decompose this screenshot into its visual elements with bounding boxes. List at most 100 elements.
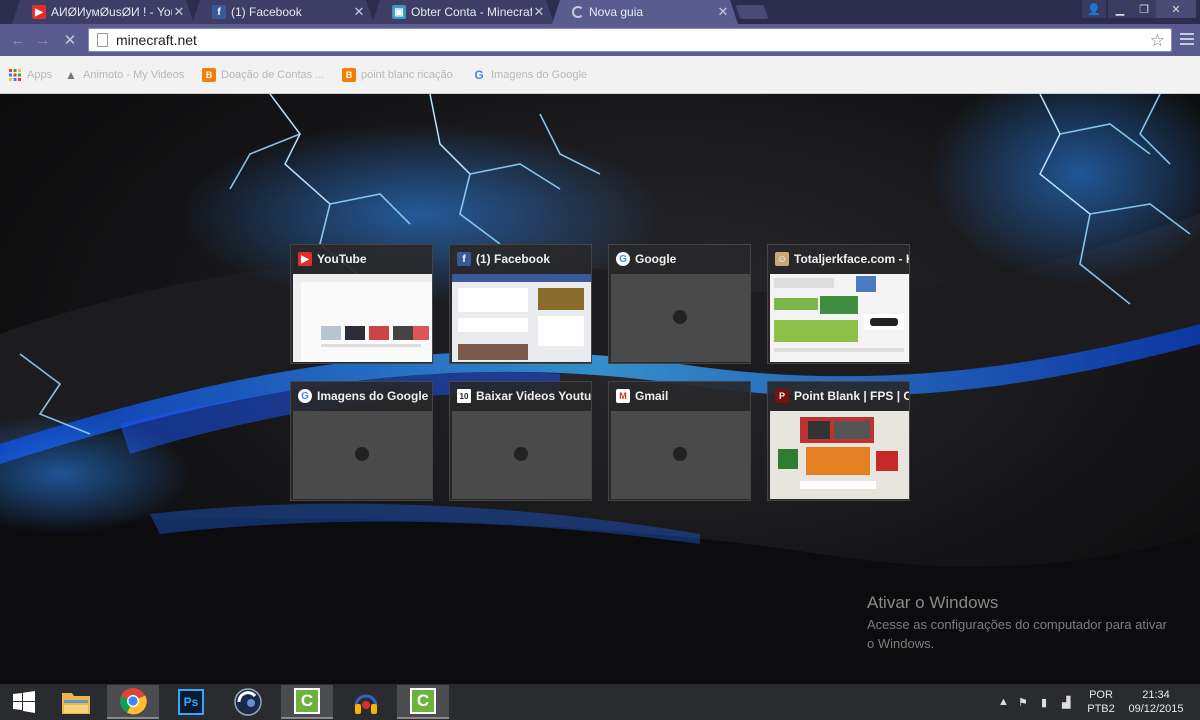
- new-tab-button[interactable]: [735, 5, 769, 19]
- tab-strip: ▶ АИØИумØusØИ ! - YouTube ✕ f (1) Facebo…: [0, 0, 1200, 24]
- bookmark-label: Apps: [27, 69, 53, 81]
- file-explorer-button[interactable]: [50, 685, 102, 719]
- google-icon: G: [616, 252, 630, 266]
- most-visited-tile-youtube[interactable]: ▶ YouTube: [290, 244, 433, 364]
- restore-button[interactable]: ❐: [1132, 0, 1156, 18]
- chrome-taskbar-button[interactable]: [107, 685, 159, 719]
- start-button[interactable]: [0, 685, 48, 719]
- tab-facebook[interactable]: f (1) Facebook ✕: [192, 0, 374, 24]
- tile-thumbnail-placeholder: [293, 411, 432, 499]
- google-icon: G: [298, 389, 312, 403]
- tile-thumbnail: [770, 274, 909, 362]
- blogger-icon: B: [342, 68, 356, 82]
- most-visited-tile-google[interactable]: G Google: [608, 244, 751, 364]
- camtasia-icon: C: [410, 688, 436, 714]
- action-center-flag-icon[interactable]: ⚑: [1018, 696, 1028, 709]
- camtasia-recorder-taskbar-button[interactable]: C: [397, 685, 449, 719]
- clock-time: 21:34: [1142, 689, 1170, 701]
- tab-close-icon[interactable]: ✕: [352, 4, 366, 20]
- tile-thumbnail-placeholder: [452, 411, 591, 499]
- tile-title: (1) Facebook: [476, 252, 551, 266]
- totaljerkface-icon: ☺: [775, 252, 789, 266]
- bookmark-label: Animoto - My Videos: [83, 69, 185, 81]
- loading-spinner-icon: [572, 6, 584, 18]
- stop-loading-icon[interactable]: ✕: [60, 30, 80, 50]
- tile-thumbnail: [293, 274, 432, 362]
- lightning-wallpaper-art: [0, 94, 1200, 684]
- bookmark-imagens-google[interactable]: G Imagens do Google: [472, 67, 587, 83]
- most-visited-tile-point-blank[interactable]: P Point Blank | FPS | Or: [767, 381, 910, 501]
- bookmark-point-blanc[interactable]: B point blanc ricação: [342, 67, 453, 83]
- tile-title: Baixar Videos Youtub: [476, 389, 591, 403]
- input-language-indicator[interactable]: POR PTB2: [1086, 688, 1116, 716]
- gift-icon: ▣: [392, 5, 406, 19]
- photoshop-icon: Ps: [178, 689, 204, 715]
- most-visited-tile-baixar-videos[interactable]: 10 Baixar Videos Youtub: [449, 381, 592, 501]
- youtube-icon: ▶: [298, 252, 312, 266]
- most-visited-tile-gmail[interactable]: M Gmail: [608, 381, 751, 501]
- back-arrow-icon[interactable]: ←: [8, 30, 28, 50]
- show-hidden-icons-icon[interactable]: ▲: [998, 696, 1009, 708]
- tab-close-icon[interactable]: ✕: [172, 4, 186, 20]
- tab-title: (1) Facebook: [231, 5, 302, 19]
- chrome-icon: [119, 688, 147, 715]
- tab-youtube[interactable]: ▶ АИØИумØusØИ ! - YouTube ✕: [12, 0, 194, 24]
- forward-arrow-icon[interactable]: →: [33, 30, 53, 50]
- tile-title: Google: [635, 252, 677, 266]
- activate-windows-title: Ativar o Windows: [867, 593, 999, 612]
- facebook-icon: f: [212, 5, 226, 19]
- windows-logo-icon: [13, 691, 35, 713]
- tab-title: Nova guia: [589, 5, 644, 19]
- camtasia-icon: C: [294, 688, 320, 714]
- close-window-button[interactable]: ✕: [1156, 0, 1196, 18]
- page-icon: [97, 33, 108, 47]
- windows-taskbar: Ps C C ▲ ⚑ ▮ ▟ POR PTB2 21:34 09/12/2015: [0, 684, 1200, 720]
- bookmark-label: point blanc ricação: [361, 69, 453, 81]
- tab-title: Obter Conta - MinecraftLe: [411, 5, 532, 19]
- tile-thumbnail: [452, 274, 591, 362]
- bookmark-label: Doação de Contas ...: [221, 69, 325, 81]
- minimize-button[interactable]: ▁: [1108, 0, 1132, 18]
- address-url[interactable]: minecraft.net: [116, 32, 197, 48]
- facebook-icon: f: [457, 252, 471, 266]
- tab-nova-guia[interactable]: Nova guia ✕: [552, 0, 738, 24]
- browser-toolbar: ← → ✕ minecraft.net ☆: [0, 24, 1200, 56]
- pointblank-icon: P: [775, 389, 789, 403]
- most-visited-tile-imagens-google[interactable]: G Imagens do Google: [290, 381, 433, 501]
- keyboard-layout-label: PTB2: [1087, 703, 1115, 715]
- bookmark-apps[interactable]: Apps: [8, 67, 52, 83]
- apps-grid-icon: [8, 68, 22, 82]
- camtasia-taskbar-button[interactable]: C: [281, 685, 333, 719]
- tile-title: Point Blank | FPS | Or: [794, 389, 909, 403]
- baixar-icon: 10: [457, 389, 471, 403]
- youtube-icon: ▶: [32, 5, 46, 19]
- most-visited-tile-facebook[interactable]: f (1) Facebook: [449, 244, 592, 364]
- battery-icon[interactable]: ▮: [1041, 696, 1047, 709]
- tab-title: АИØИумØusØИ ! - YouTube: [51, 5, 171, 19]
- tile-title: Gmail: [635, 389, 669, 403]
- address-bar[interactable]: minecraft.net ☆: [88, 28, 1172, 52]
- photoshop-taskbar-button[interactable]: Ps: [165, 685, 217, 719]
- tile-title: Totaljerkface.com - H: [794, 252, 909, 266]
- bookmarks-bar: Apps ▲ Animoto - My Videos B Doação de C…: [0, 56, 1200, 94]
- tab-close-icon[interactable]: ✕: [532, 4, 546, 20]
- tile-thumbnail-placeholder: [611, 411, 750, 499]
- blogger-icon: B: [202, 68, 216, 82]
- cinema4d-taskbar-button[interactable]: [222, 685, 274, 719]
- cinema4d-icon: [234, 688, 262, 716]
- clock[interactable]: 21:34 09/12/2015: [1124, 688, 1188, 716]
- most-visited-tile-totaljerkface[interactable]: ☺ Totaljerkface.com - H: [767, 244, 910, 364]
- bookmark-doacao-contas[interactable]: B Doação de Contas ...: [202, 67, 324, 83]
- headphones-icon: [354, 694, 378, 714]
- network-signal-icon[interactable]: ▟: [1062, 696, 1070, 709]
- audio-app-taskbar-button[interactable]: [340, 685, 392, 719]
- bookmark-animoto[interactable]: ▲ Animoto - My Videos: [64, 67, 184, 83]
- bookmark-star-icon[interactable]: ☆: [1150, 31, 1165, 51]
- gmail-icon: M: [616, 389, 630, 403]
- tab-minecraft-account[interactable]: ▣ Obter Conta - MinecraftLe ✕: [372, 0, 554, 24]
- user-profile-icon[interactable]: 👤: [1082, 0, 1106, 18]
- tab-close-icon[interactable]: ✕: [716, 4, 730, 20]
- chrome-menu-icon[interactable]: [1180, 33, 1194, 47]
- folder-icon: [62, 693, 90, 714]
- desktop-wallpaper: ▶ YouTube f (1) Facebook G Google ☺ Tota…: [0, 94, 1200, 684]
